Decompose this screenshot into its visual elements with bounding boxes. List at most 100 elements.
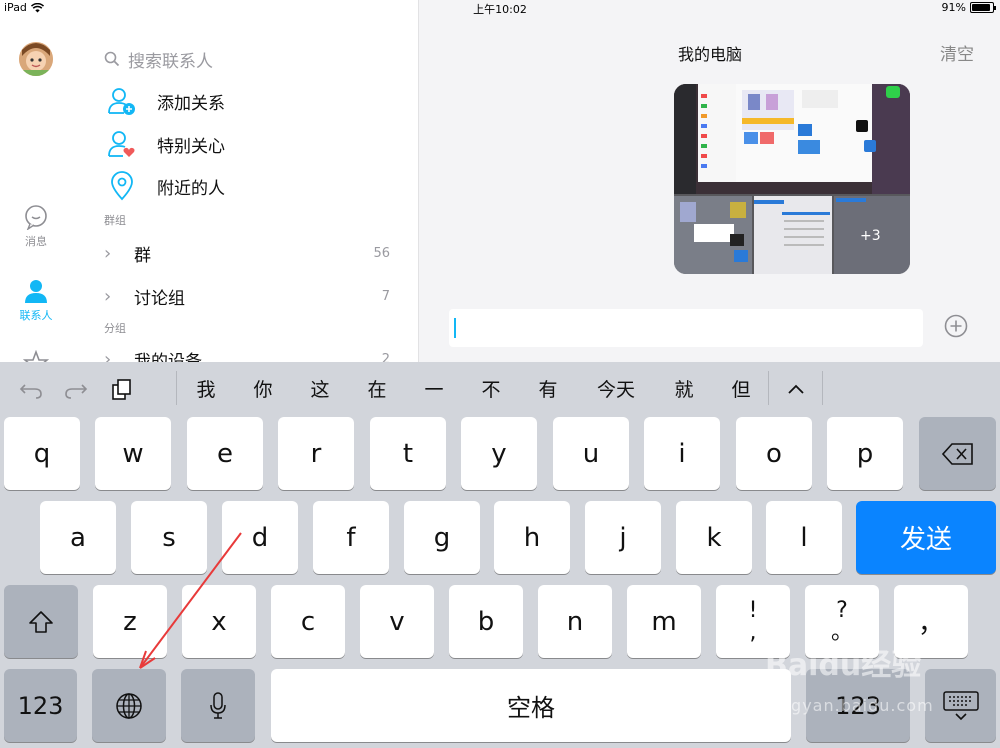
nav-rail: 消息 联系人 — [0, 0, 72, 362]
key-y[interactable]: y — [461, 417, 537, 490]
nearby-people-label: 附近的人 — [157, 178, 225, 199]
nav-contacts[interactable]: 联系人 — [0, 278, 72, 323]
group-row-my-devices[interactable]: › 我的设备 2 — [104, 347, 390, 362]
key-top-char: ? — [836, 597, 848, 623]
add-circle-icon[interactable] — [944, 314, 968, 338]
group-label: 我的设备 — [134, 352, 202, 362]
key-z[interactable]: z — [93, 585, 167, 658]
key-k[interactable]: k — [676, 501, 752, 574]
search-placeholder: 搜索联系人 — [128, 51, 213, 72]
paste-icon[interactable] — [110, 377, 134, 401]
numbers-key-right[interactable]: 123 — [806, 669, 910, 742]
avatar[interactable] — [19, 42, 53, 76]
microphone-key[interactable] — [181, 669, 255, 742]
key-exclaim-comma[interactable]: !, — [716, 585, 790, 658]
candidate-word[interactable]: 但 — [711, 375, 771, 402]
shift-key[interactable] — [4, 585, 78, 658]
image-message[interactable]: +3 — [674, 84, 910, 274]
chat-panel: 我的电脑 清空 +3 — [420, 0, 1000, 362]
battery-icon — [970, 2, 996, 13]
key-a[interactable]: a — [40, 501, 116, 574]
backspace-icon — [941, 442, 973, 465]
candidate-word[interactable]: 这 — [290, 375, 350, 402]
key-p[interactable]: p — [827, 417, 903, 490]
location-pin-icon — [111, 171, 133, 201]
dismiss-keyboard-key[interactable] — [925, 669, 996, 742]
shift-icon — [29, 610, 53, 633]
key-q[interactable]: q — [4, 417, 80, 490]
chevron-up-icon[interactable] — [784, 377, 808, 401]
star-icon — [23, 350, 49, 362]
candidate-word[interactable]: 今天 — [586, 375, 646, 402]
add-contact-icon — [108, 88, 135, 115]
person-icon — [25, 280, 47, 303]
group-count: 7 — [381, 289, 390, 304]
nav-messages-label: 消息 — [25, 235, 47, 248]
nav-messages[interactable]: 消息 — [0, 204, 72, 249]
key-e[interactable]: e — [187, 417, 263, 490]
globe-key[interactable] — [92, 669, 166, 742]
key-d[interactable]: d — [222, 501, 298, 574]
key-m[interactable]: m — [627, 585, 701, 658]
clear-button[interactable]: 清空 — [940, 40, 974, 65]
keyboard-dismiss-icon — [942, 690, 979, 720]
group-count: 56 — [373, 246, 390, 261]
special-care-row[interactable]: 特别关心 — [104, 129, 225, 159]
key-u[interactable]: u — [553, 417, 629, 490]
key-question-period[interactable]: ?。 — [805, 585, 879, 658]
key-x[interactable]: x — [182, 585, 256, 658]
key-c[interactable]: c — [271, 585, 345, 658]
candidate-word[interactable]: 有 — [518, 375, 578, 402]
group-row-qun[interactable]: › 群 56 — [104, 241, 390, 266]
key-top-char: ! — [748, 597, 758, 623]
key-j[interactable]: j — [585, 501, 661, 574]
chevron-right-icon: › — [104, 286, 112, 307]
key-f[interactable]: f — [313, 501, 389, 574]
chat-title: 我的电脑 — [677, 45, 742, 64]
candidate-word[interactable]: 你 — [233, 375, 293, 402]
nav-favorites[interactable] — [0, 350, 72, 362]
key-v[interactable]: v — [360, 585, 434, 658]
search-input[interactable]: 搜索联系人 — [104, 48, 213, 72]
search-icon — [104, 51, 120, 67]
special-care-icon — [108, 131, 135, 157]
group-label: 群 — [134, 246, 151, 266]
key-g[interactable]: g — [404, 501, 480, 574]
key-t[interactable]: t — [370, 417, 446, 490]
key-bottom-char: 。 — [830, 619, 853, 645]
microphone-icon — [210, 691, 226, 719]
key-b[interactable]: b — [449, 585, 523, 658]
group-label: 讨论组 — [134, 289, 185, 309]
message-input[interactable] — [449, 309, 923, 347]
candidate-word[interactable]: 在 — [347, 375, 407, 402]
chevron-right-icon: › — [104, 349, 112, 362]
send-key[interactable]: 发送 — [856, 501, 996, 574]
backspace-key[interactable] — [919, 417, 996, 490]
candidate-word[interactable]: 我 — [176, 375, 236, 402]
group-row-discussion[interactable]: › 讨论组 7 — [104, 284, 390, 309]
key-o[interactable]: o — [736, 417, 812, 490]
nearby-people-row[interactable]: 附近的人 — [104, 171, 225, 201]
candidate-word[interactable]: 就 — [654, 375, 714, 402]
nav-contacts-label: 联系人 — [19, 309, 53, 322]
key-r[interactable]: r — [278, 417, 354, 490]
numbers-key[interactable]: 123 — [4, 669, 77, 742]
key-l[interactable]: l — [766, 501, 842, 574]
key-n[interactable]: n — [538, 585, 612, 658]
key-s[interactable]: s — [131, 501, 207, 574]
key-w[interactable]: w — [95, 417, 171, 490]
text-caret — [454, 318, 456, 338]
avatar-image — [19, 42, 53, 76]
add-contact-row[interactable]: 添加关系 — [104, 86, 225, 116]
key-i[interactable]: i — [644, 417, 720, 490]
section-header-groups: 群组 — [104, 214, 126, 227]
candidate-word[interactable]: 不 — [461, 375, 521, 402]
battery-percent: 91% — [941, 1, 966, 14]
key-h[interactable]: h — [494, 501, 570, 574]
undo-icon[interactable] — [19, 377, 43, 401]
add-contact-label: 添加关系 — [157, 93, 225, 114]
candidate-word[interactable]: 一 — [404, 375, 464, 402]
space-key[interactable]: 空格 — [271, 669, 791, 742]
redo-icon[interactable] — [64, 377, 88, 401]
key-fullwidth-comma[interactable]: ， — [894, 585, 968, 658]
